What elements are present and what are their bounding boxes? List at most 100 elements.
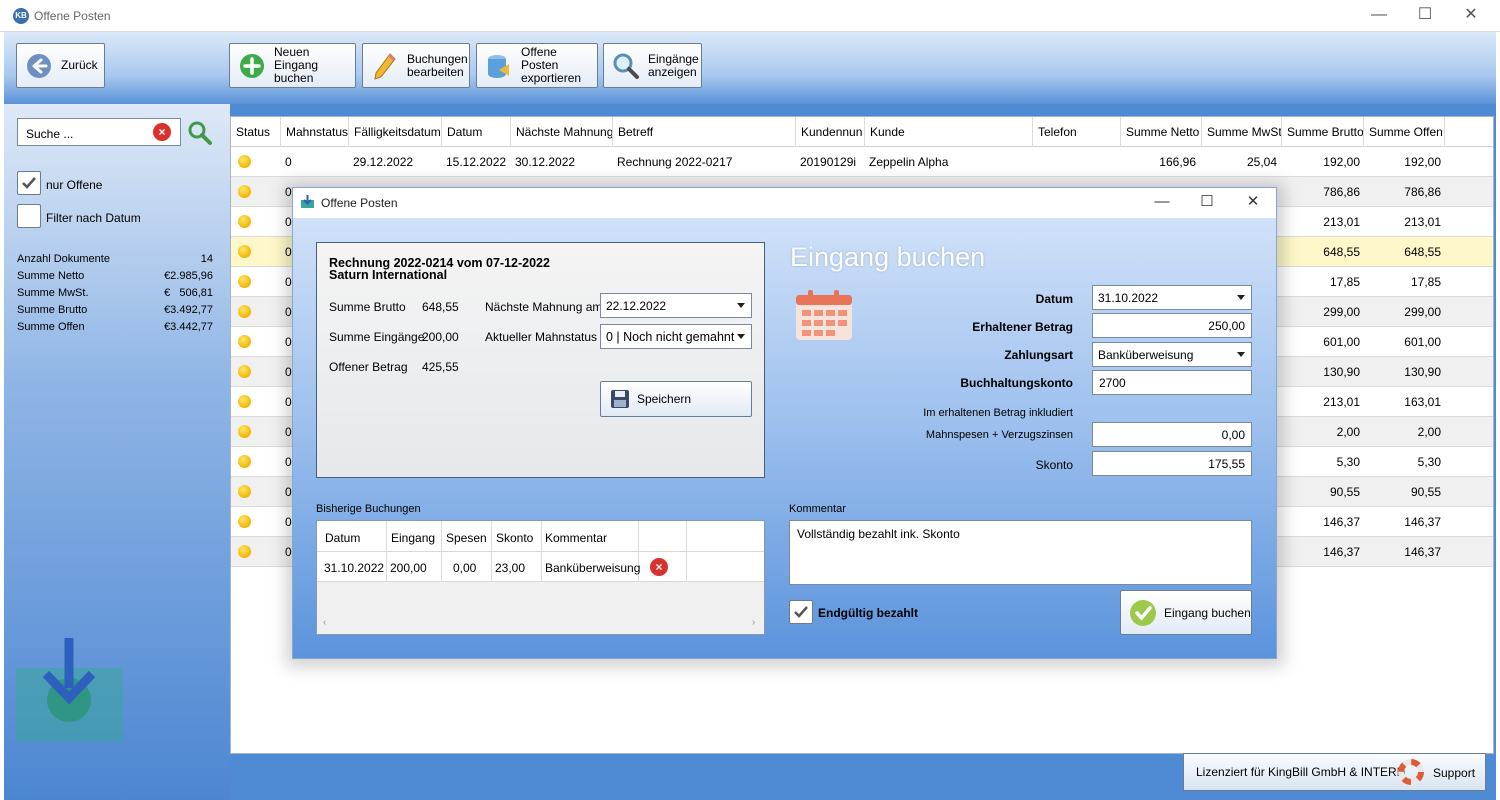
dunning-status-select[interactable]: 0 | Noch nicht gemahnt	[600, 324, 752, 349]
account-input[interactable]: 2700	[1092, 370, 1252, 395]
database-export-icon	[485, 52, 513, 80]
scroll-left-icon[interactable]: ‹	[323, 617, 326, 628]
history-col-header[interactable]: Kommentar	[545, 531, 607, 545]
status-dot-icon	[238, 155, 251, 168]
support-link[interactable]: Support	[1433, 766, 1475, 780]
minimize-button[interactable]: —	[1356, 0, 1402, 32]
table-cell-offen: 146,37	[1404, 545, 1441, 559]
magnifier-icon	[612, 52, 640, 80]
skonto-input[interactable]: 175,55	[1092, 451, 1252, 476]
table-row[interactable]: 0 29.12.2022 15.12.2022 30.12.2022 Rechnung …	[231, 147, 1493, 177]
filter-date-checkbox[interactable]	[17, 204, 41, 228]
dunning-status-value: 0 | Noch nicht gemahnt	[606, 330, 735, 344]
history-cell: Banküberweisung	[545, 561, 641, 575]
submit-entry-button[interactable]: Eingang buchen	[1120, 590, 1252, 635]
eingaenge-value: 200,00	[422, 330, 459, 344]
show-entries-button[interactable]: Eingänge anzeigen	[603, 43, 702, 88]
account-label: Buchhaltungskonto	[960, 376, 1073, 390]
chevron-down-icon	[737, 303, 745, 308]
stat-value: €3.442,77	[164, 321, 213, 333]
next-dunning-label: Nächste Mahnung am	[485, 300, 603, 314]
payment-method-value: Banküberweisung	[1098, 348, 1194, 362]
table-cell-betreff: Rechnung 2022-0217	[617, 155, 733, 169]
dialog-maximize-button[interactable]: ☐	[1184, 188, 1230, 218]
clear-search-icon[interactable]: ×	[153, 123, 171, 141]
col-header[interactable]: Summe Brutto	[1282, 117, 1364, 147]
col-header[interactable]: Telefon	[1033, 117, 1121, 147]
stat-label: Summe Offen	[17, 321, 85, 333]
table-header: Status Mahnstatus Fälligkeitsdatum Datum…	[231, 117, 1493, 147]
payment-method-select[interactable]: Banküberweisung	[1092, 342, 1252, 367]
col-header[interactable]: Kunde	[865, 117, 1033, 147]
table-cell-kdnr: 20190129i	[800, 155, 857, 169]
table-cell-brutto: 299,00	[1323, 305, 1360, 319]
col-header[interactable]: Status	[231, 117, 281, 147]
window-titlebar	[0, 0, 1500, 32]
edit-bookings-label-1: Buchungen	[407, 51, 468, 66]
table-cell-brutto: 17,85	[1329, 275, 1360, 289]
maximize-button[interactable]: ☐	[1402, 0, 1448, 32]
table-cell-kunde: Zeppelin Alpha	[869, 155, 949, 169]
table-cell-brutto: 213,01	[1323, 215, 1360, 229]
stat-value: 14	[200, 253, 213, 265]
fees-input[interactable]: 0,00	[1092, 422, 1252, 447]
date-value: 31.10.2022	[1098, 291, 1159, 305]
status-dot-icon	[238, 455, 251, 468]
history-col-header[interactable]: Datum	[325, 531, 360, 545]
history-col-header[interactable]: Skonto	[496, 531, 533, 545]
checkmark-icon	[22, 177, 36, 189]
brutto-label: Summe Brutto	[329, 300, 406, 314]
amount-label: Erhaltener Betrag	[972, 320, 1073, 334]
dialog-close-button[interactable]: ✕	[1230, 188, 1276, 218]
stat-value: € 506,81	[164, 287, 213, 299]
comment-label: Kommentar	[789, 503, 846, 515]
chevron-down-icon	[737, 334, 745, 339]
col-header[interactable]: Mahnstatus	[281, 117, 349, 147]
stat-label: Summe Netto	[17, 270, 85, 282]
paid-label: Endgültig bezahlt	[818, 606, 918, 620]
history-col-header[interactable]: Spesen	[446, 531, 487, 545]
app-logo-icon: KB	[13, 8, 29, 24]
delete-booking-icon[interactable]: ×	[650, 558, 668, 576]
scroll-right-icon[interactable]: ›	[752, 617, 755, 628]
calendar-icon	[796, 290, 852, 340]
col-header[interactable]: Summe MwSt	[1202, 117, 1282, 147]
paid-checkbox[interactable]	[789, 600, 813, 624]
check-circle-icon	[1130, 599, 1156, 626]
col-header[interactable]: Fälligkeitsdatum	[349, 117, 442, 147]
table-cell-brutto: 192,00	[1323, 155, 1360, 169]
dialog-minimize-button[interactable]: —	[1139, 188, 1185, 218]
date-datepicker[interactable]: 31.10.2022	[1092, 285, 1252, 310]
comment-textarea[interactable]: Vollständig bezahlt ink. Skonto	[789, 520, 1252, 585]
edit-bookings-button[interactable]: Buchungen bearbeiten	[362, 43, 470, 88]
open-amount-label: Offener Betrag	[329, 360, 408, 374]
back-button[interactable]: Zurück	[16, 43, 105, 88]
date-label: Datum	[1035, 292, 1073, 306]
status-dot-icon	[238, 485, 251, 498]
chevron-down-icon	[1237, 295, 1245, 300]
col-header[interactable]: Summe Netto	[1121, 117, 1202, 147]
history-cell: 31.10.2022	[324, 561, 385, 575]
search-icon[interactable]	[187, 120, 213, 146]
history-cell: 200,00	[390, 561, 427, 575]
export-button[interactable]: Offene Posten exportieren	[476, 43, 598, 88]
only-open-checkbox[interactable]	[17, 171, 41, 195]
show-entries-label-2: anzeigen	[648, 64, 697, 79]
col-header[interactable]: Datum	[442, 117, 511, 147]
table-cell-brutto: 5,30	[1336, 455, 1360, 469]
col-header[interactable]: Betreff	[613, 117, 796, 147]
col-header[interactable]: Summe Offen	[1364, 117, 1445, 147]
stat-label: Anzahl Dokumente	[17, 253, 110, 265]
history-col-header[interactable]: Eingang	[391, 531, 435, 545]
filter-date-label: Filter nach Datum	[46, 211, 141, 225]
included-label: Im erhaltenen Betrag inkludiert	[923, 407, 1073, 419]
skonto-label: Skonto	[1035, 458, 1073, 472]
save-button[interactable]: Speichern	[600, 381, 752, 417]
new-entry-button[interactable]: Neuen Eingang buchen	[229, 43, 356, 88]
col-header[interactable]: Nächste Mahnung	[511, 117, 613, 147]
close-button[interactable]: ✕	[1448, 0, 1494, 32]
amount-input[interactable]: 250,00	[1092, 313, 1252, 338]
next-dunning-datepicker[interactable]: 22.12.2022	[600, 293, 752, 318]
history-cell: 23,00	[495, 561, 526, 575]
col-header[interactable]: Kundennun	[796, 117, 865, 147]
